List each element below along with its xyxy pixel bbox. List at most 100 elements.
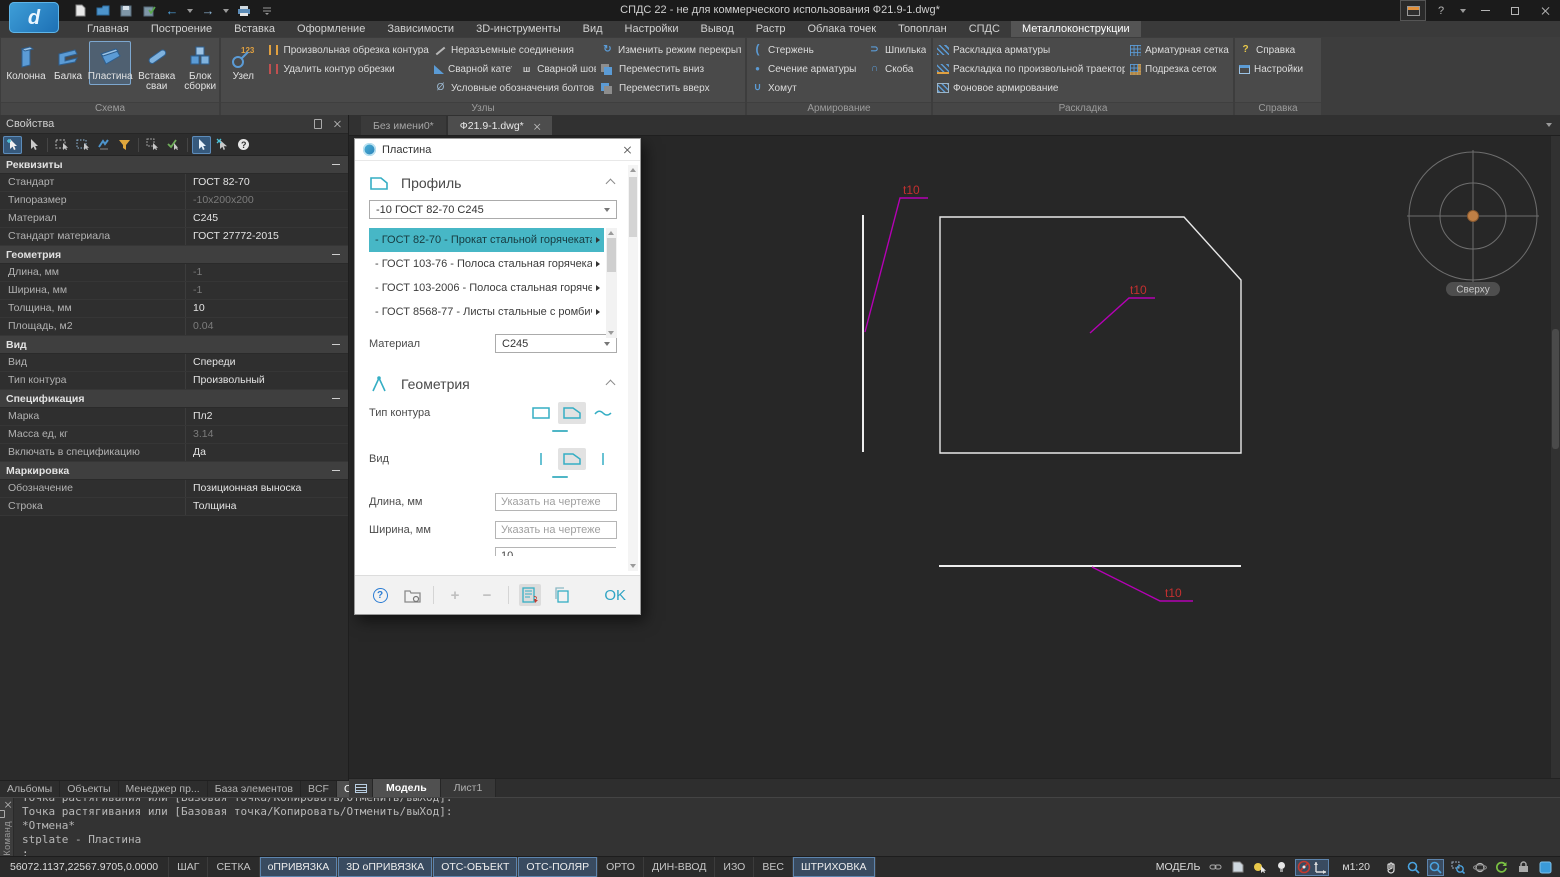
contour-arbitrary-button[interactable] bbox=[558, 402, 586, 424]
property-row[interactable]: МатериалС245 bbox=[0, 210, 348, 228]
fullscreen-icon[interactable] bbox=[1537, 859, 1554, 876]
dialog-title-bar[interactable]: Пластина bbox=[355, 139, 640, 161]
pin-icon[interactable] bbox=[314, 119, 322, 129]
tab-rastr[interactable]: Растр bbox=[745, 21, 797, 37]
open-file-icon[interactable] bbox=[95, 3, 111, 18]
crossing-select-button[interactable] bbox=[73, 136, 92, 154]
chevron-up-icon[interactable] bbox=[606, 178, 616, 188]
redo-caret-icon[interactable] bbox=[223, 9, 229, 13]
close-command-panel-icon[interactable] bbox=[4, 801, 10, 807]
thickness-input[interactable] bbox=[495, 547, 616, 556]
tab-bcf[interactable]: BCF bbox=[301, 781, 337, 797]
move-up-button[interactable]: Переместить вверх bbox=[601, 79, 741, 97]
change-overlap-mode-button[interactable]: Изменить режим перекрытия bbox=[601, 41, 741, 59]
rebar-section-button[interactable]: Сечение арматуры bbox=[751, 60, 863, 78]
scroll-down-icon[interactable] bbox=[608, 331, 614, 335]
beam-button[interactable]: Балка bbox=[52, 41, 84, 85]
tab-oformlenie[interactable]: Оформление bbox=[286, 21, 376, 37]
canvas-scrollbar[interactable] bbox=[1550, 136, 1560, 778]
new-file-icon[interactable] bbox=[72, 3, 88, 18]
tab-manager[interactable]: Менеджер пр... bbox=[119, 781, 208, 797]
pin-icon[interactable] bbox=[0, 810, 5, 818]
stirrup-button[interactable]: Хомут bbox=[751, 79, 863, 97]
width-input[interactable] bbox=[495, 521, 617, 539]
remove-button[interactable]: − bbox=[476, 584, 498, 606]
toggle-shag[interactable]: ШАГ bbox=[169, 857, 208, 877]
expand-icon[interactable] bbox=[596, 309, 600, 315]
list-item-gost-82-70[interactable]: - ГОСТ 82-70 - Прокат стальной горячекат… bbox=[369, 228, 604, 252]
section-vid[interactable]: Вид bbox=[0, 336, 348, 354]
doc-tab-f21-9-1[interactable]: Ф21.9-1.dwg* bbox=[448, 116, 552, 135]
toggle-ots-polyar[interactable]: ОТС-ПОЛЯР bbox=[518, 857, 598, 877]
print-icon[interactable] bbox=[236, 3, 252, 18]
tab-list1[interactable]: Лист1 bbox=[441, 779, 497, 797]
dialog-settings-button[interactable] bbox=[401, 584, 423, 606]
property-row[interactable]: Ширина, мм-1 bbox=[0, 282, 348, 300]
chevron-up-icon[interactable] bbox=[606, 379, 616, 389]
model-space-label[interactable]: МОДЕЛЬ bbox=[1156, 861, 1201, 873]
annotation-link-icon[interactable] bbox=[1207, 859, 1224, 876]
tab-oblaka-tochek[interactable]: Облака точек bbox=[797, 21, 888, 37]
property-row[interactable]: Типоразмер-10x200x200 bbox=[0, 192, 348, 210]
property-row[interactable]: Толщина, мм10 bbox=[0, 300, 348, 318]
redo-icon[interactable]: → bbox=[200, 3, 216, 18]
help-button[interactable]: ? bbox=[1426, 0, 1456, 21]
move-down-button[interactable]: Переместить вниз bbox=[601, 60, 741, 78]
contour-polyline-button[interactable] bbox=[589, 402, 617, 424]
property-row[interactable]: ВидСпереди bbox=[0, 354, 348, 372]
regen-icon[interactable] bbox=[1493, 859, 1510, 876]
view-side-button[interactable] bbox=[527, 448, 555, 470]
save-icon[interactable] bbox=[118, 3, 134, 18]
tab-nastroyki[interactable]: Настройки bbox=[614, 21, 690, 37]
property-row[interactable]: Масса ед, кг3.14 bbox=[0, 426, 348, 444]
property-row[interactable]: Включать в спецификациюДа bbox=[0, 444, 348, 462]
select-button[interactable] bbox=[24, 136, 43, 154]
node-button[interactable]: 123 Узел bbox=[225, 41, 262, 85]
properties-help-icon[interactable]: ? bbox=[234, 136, 253, 154]
tab-vid[interactable]: Вид bbox=[572, 21, 614, 37]
toggle-3d-oprivyazka[interactable]: 3D оПРИВЯЗКА bbox=[338, 857, 433, 877]
undo-caret-icon[interactable] bbox=[187, 9, 193, 13]
expand-icon[interactable] bbox=[596, 285, 600, 291]
tab-zavisimosti[interactable]: Зависимости bbox=[376, 21, 465, 37]
collapse-icon[interactable] bbox=[332, 164, 340, 166]
mesh-trim-button[interactable]: Подрезка сеток bbox=[1130, 60, 1229, 78]
collapse-icon[interactable] bbox=[332, 344, 340, 346]
view-top-button[interactable] bbox=[589, 448, 617, 470]
list-item-gost-103-76[interactable]: - ГОСТ 103-76 - Полоса стальная горячека… bbox=[369, 252, 604, 276]
settings-button[interactable]: Настройки bbox=[1239, 60, 1313, 78]
section-markirovka[interactable]: Маркировка bbox=[0, 462, 348, 480]
ucs-icon[interactable] bbox=[1312, 859, 1329, 876]
property-row[interactable]: Тип контураПроизвольный bbox=[0, 372, 348, 390]
close-doc-icon[interactable] bbox=[533, 122, 539, 128]
pin-button[interactable]: Шпилька bbox=[868, 41, 926, 59]
expand-icon[interactable] bbox=[596, 237, 600, 243]
zoom-window-icon[interactable] bbox=[1449, 859, 1466, 876]
tab-vstavka[interactable]: Вставка bbox=[223, 21, 286, 37]
toggle-ots-obekt[interactable]: ОТС-ОБЪЕКТ bbox=[433, 857, 518, 877]
plate-button[interactable]: Пластина bbox=[89, 41, 131, 85]
remove-clip-contour-button[interactable]: Удалить контур обрезки bbox=[267, 60, 430, 78]
trajectory-layout-button[interactable]: Раскладка по произвольной траектории bbox=[937, 60, 1125, 78]
scroll-up-icon[interactable] bbox=[630, 168, 636, 172]
property-row[interactable]: СтрокаТолщина bbox=[0, 498, 348, 516]
profile-combo[interactable]: -10 ГОСТ 82-70 С245 bbox=[369, 200, 617, 219]
bolt-symbols-button[interactable]: Условные обозначения болтов bbox=[434, 79, 596, 97]
scale-indicator[interactable]: м1:20 bbox=[1334, 861, 1378, 873]
view-compass[interactable]: Сверху bbox=[1407, 150, 1539, 296]
contour-rect-button[interactable] bbox=[527, 402, 555, 424]
permanent-joints-button[interactable]: Неразъемные соединения bbox=[434, 41, 596, 59]
property-row[interactable]: СтандартГОСТ 82-70 bbox=[0, 174, 348, 192]
property-row[interactable]: МаркаПл2 bbox=[0, 408, 348, 426]
section-rekvizity[interactable]: Реквизиты bbox=[0, 156, 348, 174]
maximize-button[interactable] bbox=[1500, 0, 1530, 21]
tab-albomy[interactable]: Альбомы bbox=[0, 781, 60, 797]
customize-qat-icon[interactable] bbox=[259, 3, 275, 18]
assembly-block-button[interactable]: Блок сборки bbox=[182, 41, 218, 95]
add-button[interactable]: + bbox=[444, 584, 466, 606]
scroll-up-icon[interactable] bbox=[608, 231, 614, 235]
collapse-icon[interactable] bbox=[332, 398, 340, 400]
toggle-ves[interactable]: ВЕС bbox=[754, 857, 793, 877]
window-select-button[interactable] bbox=[52, 136, 71, 154]
list-item-gost-8568-77[interactable]: - ГОСТ 8568-77 - Листы стальные с ромбич… bbox=[369, 300, 604, 324]
